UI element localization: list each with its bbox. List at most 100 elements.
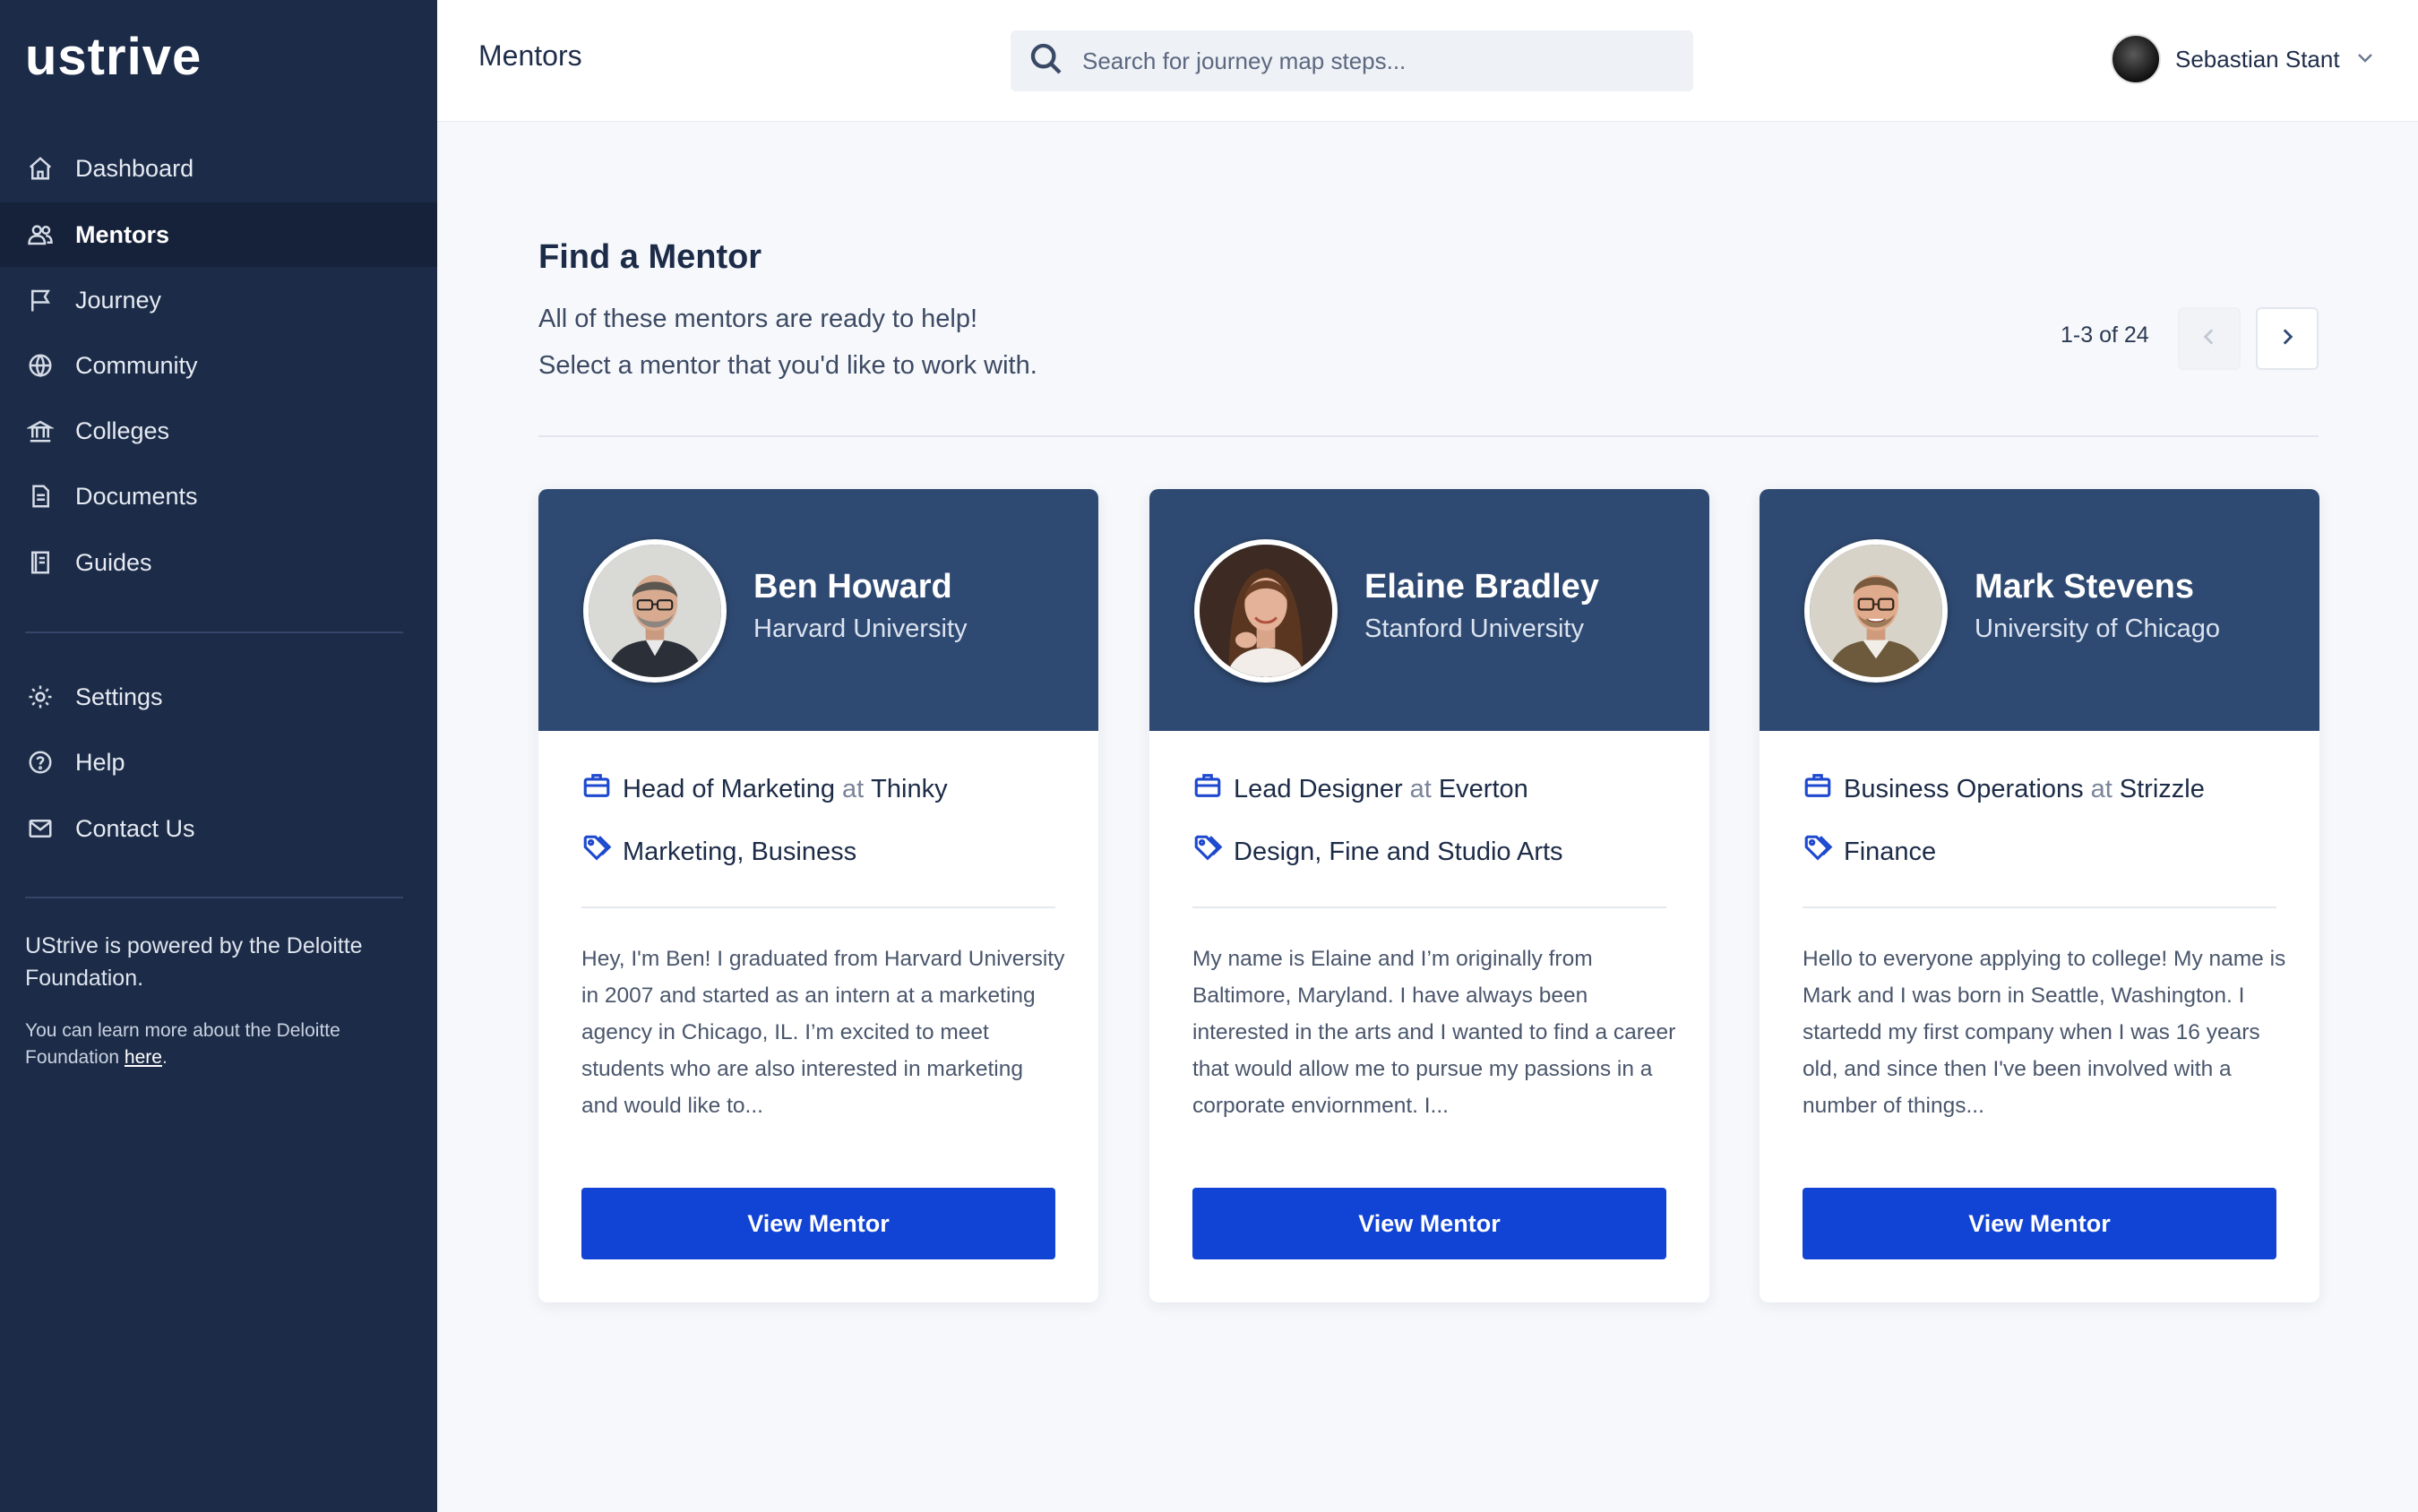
tag-list: Finance (1844, 837, 1937, 866)
search-bar[interactable] (1011, 30, 1693, 91)
sidebar-item-help[interactable]: Help (0, 730, 437, 795)
company-name: Strizzle (2119, 774, 2205, 803)
mentor-role: Business Operations at Strizzle (1803, 770, 2205, 808)
mentor-role: Lead Designer at Everton (1192, 770, 1528, 808)
sidebar-item-label: Mentors (75, 220, 170, 248)
tag-list: Marketing, Business (623, 837, 857, 866)
sidebar-item-contact-us[interactable]: Contact Us (0, 796, 437, 861)
globe-icon (25, 350, 56, 381)
company-name: Thinky (871, 774, 948, 803)
mentor-name: Elaine Bradley (1364, 568, 1599, 606)
mentor-card-header: Elaine Bradley Stanford University (1149, 489, 1709, 731)
briefcase-icon (1192, 770, 1234, 808)
sidebar-item-label: Colleges (75, 417, 170, 444)
search-icon (1028, 41, 1064, 82)
sidebar-item-colleges[interactable]: Colleges (0, 399, 437, 463)
mentor-photo (1804, 539, 1948, 683)
sidebar: ustrive Dashboard Mentors Journey Commun… (0, 0, 437, 1512)
sidebar-item-settings[interactable]: Settings (0, 665, 437, 729)
sidebar-item-label: Journey (75, 286, 162, 314)
tag-icon (1803, 833, 1844, 871)
help-circle-icon (25, 747, 56, 777)
users-icon (25, 219, 56, 250)
subtitle-line: Select a mentor that you'd like to work … (538, 351, 1037, 380)
user-name: Sebastian Stant (2175, 45, 2340, 73)
chevron-right-icon (2276, 325, 2299, 353)
mentor-school: Stanford University (1364, 614, 1584, 643)
mentor-photo (583, 539, 727, 683)
learn-more-link[interactable]: here (125, 1047, 162, 1068)
role-at: at (841, 774, 865, 803)
chevron-left-icon (2198, 325, 2221, 353)
mentor-tags: Marketing, Business (581, 833, 856, 871)
card-divider (581, 906, 1055, 908)
card-divider (1192, 906, 1666, 908)
mentor-bio: Hello to everyone applying to college! M… (1803, 947, 2286, 1118)
home-icon (25, 153, 56, 184)
learn-more-text: You can learn more about the Deloitte Fo… (25, 1020, 340, 1068)
sidebar-item-journey[interactable]: Journey (0, 268, 437, 332)
gear-icon (25, 682, 56, 712)
role-title: Lead Designer (1234, 774, 1403, 803)
top-bar: Mentors Sebastian Stant (437, 0, 2418, 122)
sidebar-item-label: Help (75, 748, 125, 776)
role-title: Business Operations (1844, 774, 2084, 803)
sidebar-divider (25, 897, 403, 898)
powered-by-text: UStrive is powered by the Deloitte Found… (25, 933, 363, 991)
mentor-card: Elaine Bradley Stanford University Lead … (1149, 489, 1709, 1302)
mentor-card-header: Mark Stevens University of Chicago (1760, 489, 2319, 731)
chevron-down-icon (2340, 47, 2376, 73)
sidebar-item-label: Guides (75, 548, 152, 576)
briefcase-icon (581, 770, 623, 808)
role-title: Head of Marketing (623, 774, 835, 803)
sidebar-divider (25, 631, 403, 633)
mentor-role: Head of Marketing at Thinky (581, 770, 948, 808)
sidebar-item-label: Community (75, 351, 198, 379)
mentor-name: Mark Stevens (1975, 568, 2195, 606)
role-at: at (2090, 774, 2113, 803)
section-subtitle: All of these mentors are ready to help! … (538, 296, 1037, 389)
user-menu[interactable]: Sebastian Stant (2111, 30, 2376, 88)
subtitle-line: All of these mentors are ready to help! (538, 305, 978, 333)
mail-icon (25, 813, 56, 844)
sidebar-item-mentors[interactable]: Mentors (0, 202, 437, 267)
mentor-school: Harvard University (753, 614, 968, 643)
view-mentor-button[interactable]: View Mentor (581, 1188, 1055, 1259)
previous-page-button[interactable] (2178, 307, 2241, 370)
view-mentor-button[interactable]: View Mentor (1192, 1188, 1666, 1259)
flag-icon (25, 285, 56, 315)
sidebar-item-guides[interactable]: Guides (0, 530, 437, 595)
sidebar-item-documents[interactable]: Documents (0, 464, 437, 528)
role-at: at (1409, 774, 1432, 803)
mentor-school: University of Chicago (1975, 614, 2220, 643)
tag-icon (581, 833, 623, 871)
mentor-photo (1194, 539, 1338, 683)
mentor-bio: My name is Elaine and I’m originally fro… (1192, 947, 1676, 1118)
briefcase-icon (1803, 770, 1844, 808)
sidebar-item-label: Contact Us (75, 814, 195, 842)
sidebar-item-label: Settings (75, 683, 163, 710)
book-icon (25, 547, 56, 578)
document-icon (25, 481, 56, 511)
card-divider (1803, 906, 2276, 908)
mentor-tags: Finance (1803, 833, 1936, 871)
bank-icon (25, 416, 56, 446)
next-page-button[interactable] (2256, 307, 2319, 370)
tag-list: Design, Fine and Studio Arts (1234, 837, 1563, 866)
pagination-count: 1-3 of 24 (2061, 322, 2149, 348)
mentor-tags: Design, Fine and Studio Arts (1192, 833, 1563, 871)
ustrive-logo[interactable]: ustrive (25, 27, 202, 87)
section-divider (538, 435, 2319, 437)
mentor-name: Ben Howard (753, 568, 952, 606)
view-mentor-button[interactable]: View Mentor (1803, 1188, 2276, 1259)
tag-icon (1192, 833, 1234, 871)
sidebar-item-label: Documents (75, 482, 198, 510)
avatar (2111, 34, 2161, 84)
mentor-bio: Hey, I'm Ben! I graduated from Harvard U… (581, 947, 1065, 1118)
search-input[interactable] (1082, 47, 1665, 75)
sidebar-item-label: Dashboard (75, 154, 194, 182)
sidebar-item-community[interactable]: Community (0, 333, 437, 398)
mentor-card: Ben Howard Harvard University Head of Ma… (538, 489, 1098, 1302)
sidebar-item-dashboard[interactable]: Dashboard (0, 136, 437, 201)
company-name: Everton (1438, 774, 1528, 803)
